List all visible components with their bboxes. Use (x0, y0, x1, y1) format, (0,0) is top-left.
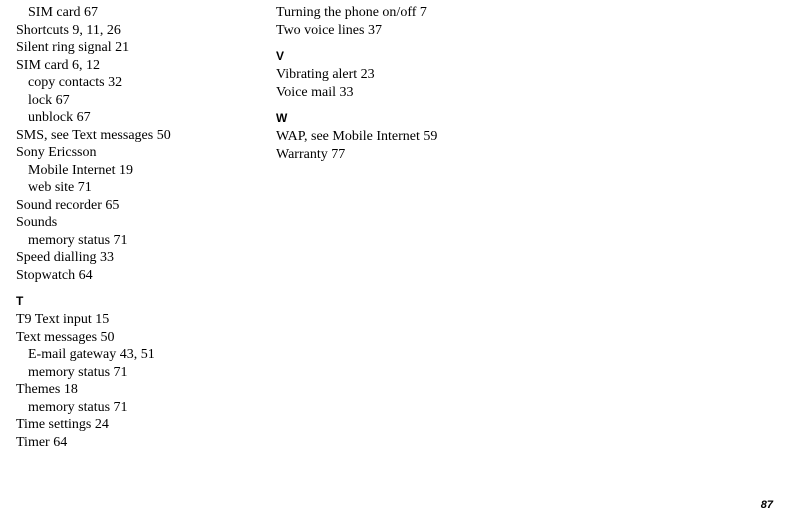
index-entry: SIM card 6, 12 (16, 57, 276, 75)
index-entry: Timer 64 (16, 434, 276, 452)
index-entry: Vibrating alert 23 (276, 66, 536, 84)
index-entry: Silent ring signal 21 (16, 39, 276, 57)
index-entry: Text messages 50 (16, 329, 276, 347)
index-entry: Sounds (16, 214, 276, 232)
column-2: Turning the phone on/off 7 Two voice lin… (276, 4, 536, 451)
index-letter-T: T (16, 294, 276, 309)
index-subentry: unblock 67 (16, 109, 276, 127)
index-page: SIM card 67 Shortcuts 9, 11, 26 Silent r… (0, 0, 787, 451)
index-subentry: copy contacts 32 (16, 74, 276, 92)
index-entry: Themes 18 (16, 381, 276, 399)
index-subentry: memory status 71 (16, 399, 276, 417)
column-1: SIM card 67 Shortcuts 9, 11, 26 Silent r… (16, 4, 276, 451)
index-entry: WAP, see Mobile Internet 59 (276, 128, 536, 146)
index-letter-V: V (276, 49, 536, 64)
index-subentry: memory status 71 (16, 364, 276, 382)
index-entry: SMS, see Text messages 50 (16, 127, 276, 145)
index-entry: Sound recorder 65 (16, 197, 276, 215)
index-entry: T9 Text input 15 (16, 311, 276, 329)
index-entry: Two voice lines 37 (276, 22, 536, 40)
index-entry: Speed dialling 33 (16, 249, 276, 267)
index-entry: Sony Ericsson (16, 144, 276, 162)
index-subentry: memory status 71 (16, 232, 276, 250)
index-entry: Turning the phone on/off 7 (276, 4, 536, 22)
index-subentry: web site 71 (16, 179, 276, 197)
index-entry: Shortcuts 9, 11, 26 (16, 22, 276, 40)
index-entry: Warranty 77 (276, 146, 536, 164)
index-entry: Voice mail 33 (276, 84, 536, 102)
index-entry: Time settings 24 (16, 416, 276, 434)
page-number: 87 (761, 499, 773, 511)
index-letter-W: W (276, 111, 536, 126)
index-entry: SIM card 67 (16, 4, 276, 22)
index-subentry: E-mail gateway 43, 51 (16, 346, 276, 364)
index-entry: Stopwatch 64 (16, 267, 276, 285)
index-subentry: Mobile Internet 19 (16, 162, 276, 180)
index-subentry: lock 67 (16, 92, 276, 110)
